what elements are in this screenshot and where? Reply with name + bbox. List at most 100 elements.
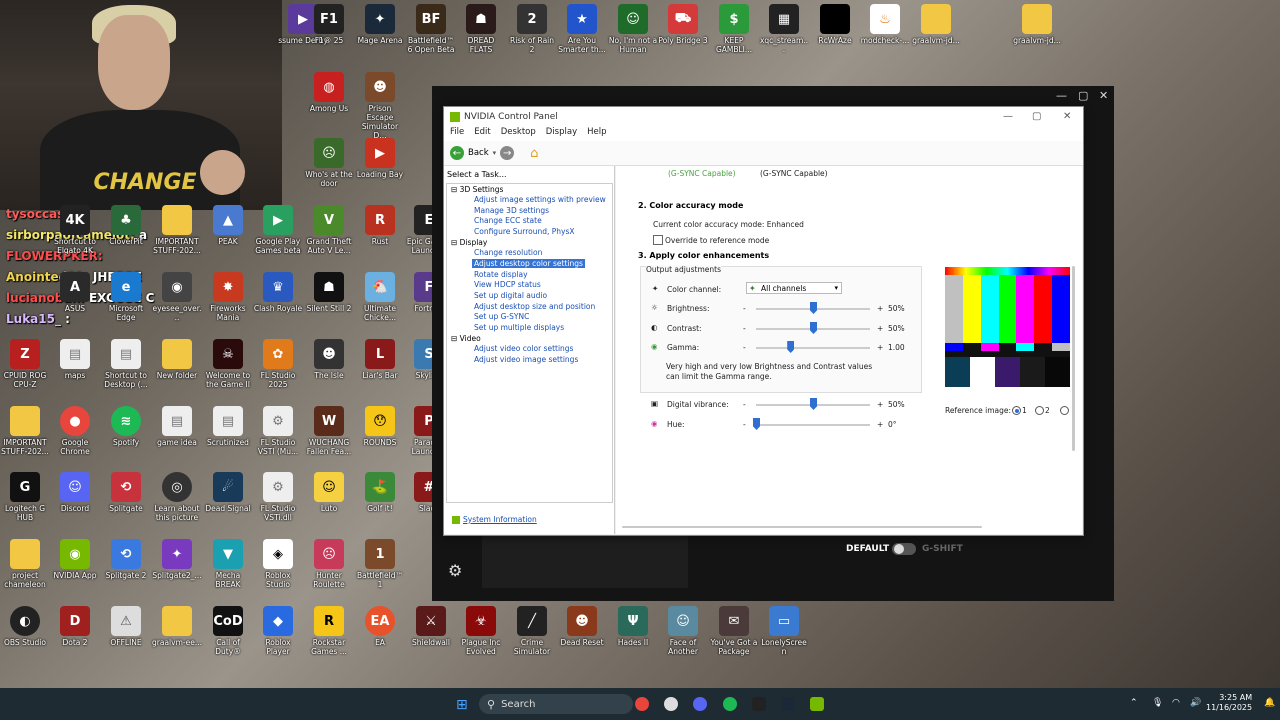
desktop-icon[interactable]: ✉ You've Got a Package — [709, 606, 759, 656]
bell-icon[interactable]: 🔔 — [1264, 698, 1275, 708]
desktop-icon[interactable]: 1 Battlefield™ 1 — [355, 539, 405, 589]
desktop-icon[interactable]: BF Battlefield™ 6 Open Beta — [406, 4, 456, 54]
tree-link[interactable]: Rotate display — [474, 270, 528, 279]
taskbar-clock[interactable]: 3:25 AM 11/16/2025 — [1206, 693, 1252, 713]
desktop-icon[interactable]: ☺ No, I'm not a Human — [608, 4, 658, 54]
biohazard-icon[interactable]: ☣ Plague Inc Evolved — [456, 606, 506, 656]
desktop-icon[interactable]: V Grand Theft Auto V Le... — [304, 205, 354, 255]
desktop-icon[interactable]: ⟲ Splitgate 2 — [101, 539, 151, 580]
logitech-icon[interactable]: G Logitech G HUB — [0, 472, 50, 522]
desktop-icon[interactable]: ▼ Mecha BREAK — [203, 539, 253, 589]
desktop-icon[interactable]: ☻ Dead Reset — [557, 606, 607, 647]
hue-slider-thumb[interactable] — [753, 418, 760, 430]
tree-link[interactable]: Set up digital audio — [474, 291, 547, 300]
brightness-minus[interactable]: - — [743, 304, 746, 313]
desktop-icon[interactable]: ◉ eyesee_over... — [152, 272, 202, 322]
discord-taskbar-icon[interactable] — [693, 697, 707, 711]
desktop-icon[interactable]: ☄ Dead Signal — [203, 472, 253, 513]
override-checkbox[interactable] — [653, 235, 663, 245]
desktop-icon[interactable]: ☹ Who's at the door — [304, 138, 354, 188]
desktop-icon[interactable]: ▲ PEAK — [203, 205, 253, 246]
file-icon[interactable]: ▤ maps — [50, 339, 100, 380]
roblox-icon[interactable]: ◆ Roblox Player — [253, 606, 303, 656]
folder-icon[interactable]: graalvm-ee... — [152, 606, 202, 647]
tree-category-video[interactable]: ⊟ Video — [451, 334, 481, 343]
tree-link[interactable]: Adjust desktop size and position — [474, 302, 595, 311]
desktop-icon[interactable]: ⟲ Splitgate — [101, 472, 151, 513]
desktop-icon[interactable]: ✿ FL Studio 2025 — [253, 339, 303, 389]
gamma-plus[interactable]: + — [877, 343, 883, 352]
roblox-studio-icon[interactable]: ◈ Roblox Studio — [253, 539, 303, 589]
desktop-icon[interactable]: ♨ modcheck-... — [860, 4, 910, 45]
desktop-icon[interactable]: ▶ Loading Bay — [355, 138, 405, 179]
desktop-icon[interactable]: ╱ Crime Simulator — [507, 606, 557, 656]
desktop-icon[interactable]: ☗ DREAD FLATS — [456, 4, 506, 54]
desktop-icon[interactable]: $ KEEP GAMBLI... — [709, 4, 759, 54]
desktop-icon[interactable]: ▦ xqc_stream... — [759, 4, 809, 54]
steam-taskbar-icon[interactable] — [781, 697, 795, 711]
nvidia-icon[interactable]: ◉ NVIDIA App — [50, 539, 100, 580]
desktop-icon[interactable]: Z CPUID ROG CPU-Z — [0, 339, 50, 389]
back-button[interactable]: Back — [468, 148, 489, 158]
forward-arrow-icon[interactable]: → — [500, 146, 515, 160]
desktop-icon[interactable]: ☺ Luto — [304, 472, 354, 513]
discord-icon[interactable]: ☺ Discord — [50, 472, 100, 513]
wifi-icon[interactable]: ◠ — [1172, 698, 1180, 708]
refresh-taskbar-icon[interactable] — [664, 697, 678, 711]
gshift-toggle[interactable] — [892, 543, 916, 555]
vibrance-minus[interactable]: - — [743, 400, 746, 409]
tree-link[interactable]: Set up G-SYNC — [474, 312, 529, 321]
monitor-icon[interactable]: ▭ LonelyScreen — [759, 606, 809, 656]
file-icon[interactable]: ▤ game idea — [152, 406, 202, 447]
desktop-icon[interactable]: ⚔ Shieldwall — [406, 606, 456, 647]
desktop-icon[interactable]: ✦ Mage Arena — [355, 4, 405, 45]
desktop-icon[interactable]: R Rust — [355, 205, 405, 246]
chrome-taskbar-icon[interactable] — [635, 697, 649, 711]
gear-icon[interactable]: ⚙ — [448, 561, 462, 580]
desktop-icon[interactable]: ⛟ Poly Bridge 3 — [658, 4, 708, 45]
desktop-icon[interactable]: ★ Are You Smarter th... — [557, 4, 607, 54]
tree-link[interactable]: Change ECC state — [474, 216, 542, 225]
folder-icon[interactable]: project chameleon — [0, 539, 50, 589]
desktop-icon[interactable]: ✸ Fireworks Mania — [203, 272, 253, 322]
dota-icon[interactable]: D Dota 2 — [50, 606, 100, 647]
desktop-icon[interactable]: F1 F1® 25 — [304, 4, 354, 45]
folder-icon[interactable]: graalvm-jd... — [1012, 4, 1062, 45]
chevron-up-icon[interactable]: ⌃ — [1130, 698, 1138, 708]
tree-category-3d[interactable]: ⊟ 3D Settings — [451, 185, 503, 194]
desktop-icon[interactable]: 4K Shortcut to Elgato 4K — [50, 205, 100, 255]
home-icon[interactable]: ⌂ — [530, 146, 538, 161]
tree-link[interactable]: Set up multiple displays — [474, 323, 564, 332]
menu-file[interactable]: File — [450, 127, 464, 141]
logitech-taskbar-icon[interactable] — [752, 697, 766, 711]
maximize-icon[interactable]: ▢ — [1032, 111, 1041, 122]
hue-plus[interactable]: + — [877, 420, 883, 429]
vibrance-slider-thumb[interactable] — [810, 398, 817, 410]
obs-icon[interactable]: ◐ OBS Studio — [0, 606, 50, 647]
windows-start-icon[interactable]: ⊞ — [456, 697, 468, 713]
folder-icon[interactable]: graalvm-jd... — [911, 4, 961, 45]
chrome-icon[interactable]: ● Google Chrome — [50, 406, 100, 456]
desktop-icon[interactable]: W WUCHANG Fallen Fea... — [304, 406, 354, 456]
desktop-icon[interactable]: ☗ Silent Still 2 — [304, 272, 354, 313]
desktop-icon[interactable]: A ASUS — [50, 272, 100, 313]
desktop-icon[interactable]: ☹ Hunter Roulette — [304, 539, 354, 589]
hue-minus[interactable]: - — [743, 420, 746, 429]
tree-category-display[interactable]: ⊟ Display — [451, 238, 487, 247]
menu-display[interactable]: Display — [546, 127, 577, 141]
gamma-minus[interactable]: - — [743, 343, 746, 352]
tree-link[interactable]: Adjust video image settings — [474, 355, 578, 364]
reference-radio-3[interactable] — [1060, 406, 1069, 415]
menu-desktop[interactable]: Desktop — [501, 127, 536, 141]
desktop-icon[interactable]: ✦ Splitgate2_... — [152, 539, 202, 580]
tree-link-selected[interactable]: Adjust desktop color settings — [472, 259, 585, 268]
desktop-icon[interactable]: e Microsoft Edge — [101, 272, 151, 322]
desktop-icon[interactable]: ♣ CloverPit — [101, 205, 151, 246]
tree-link[interactable]: Adjust image settings with preview — [474, 195, 606, 204]
desktop-icon[interactable]: 🐔 Ultimate Chicke... — [355, 272, 405, 322]
desktop-icon[interactable]: Ψ Hades II — [608, 606, 658, 647]
desktop-icon[interactable]: CoD Call of Duty® — [203, 606, 253, 656]
system-information-link[interactable]: System Information — [452, 515, 537, 524]
tree-link[interactable]: View HDCP status — [474, 280, 541, 289]
tree-link[interactable]: Configure Surround, PhysX — [474, 227, 575, 236]
